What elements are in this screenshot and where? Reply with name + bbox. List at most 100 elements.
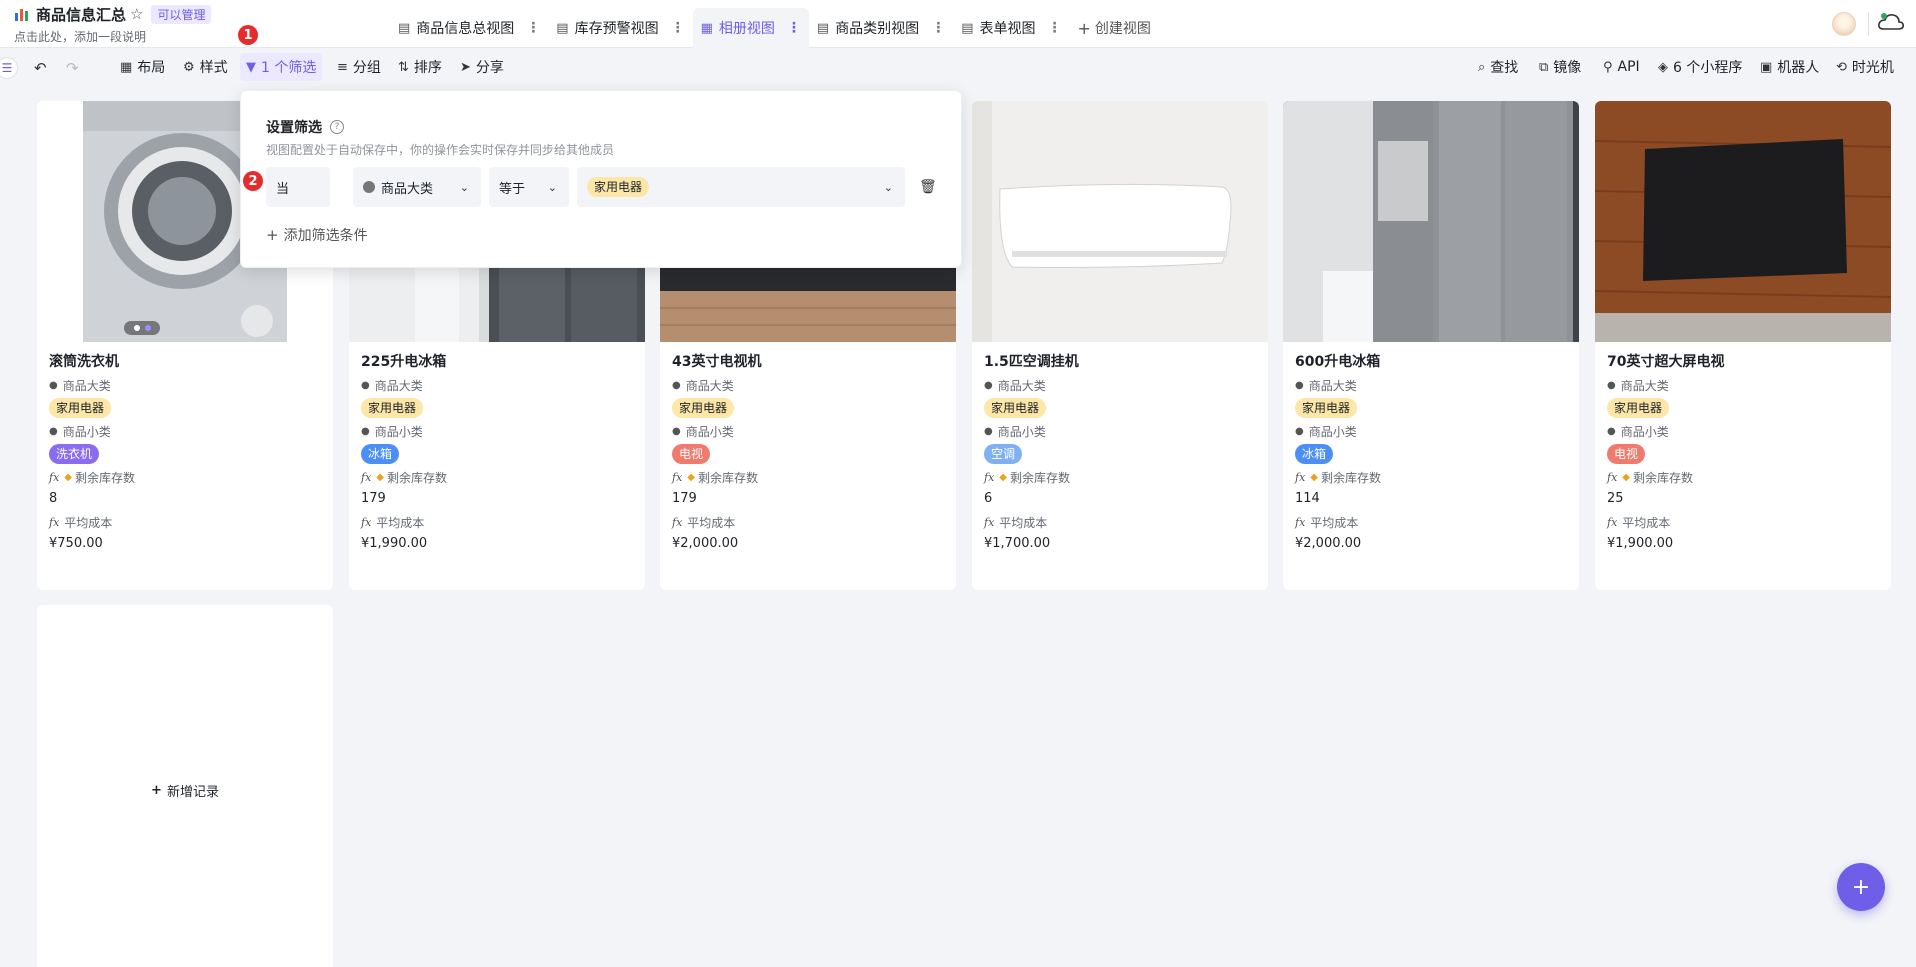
grid-view-icon: ▤ xyxy=(398,20,411,36)
tab-label: 商品类别视图 xyxy=(835,21,920,37)
plus-icon: + xyxy=(266,226,279,244)
cloud-sync-icon[interactable] xyxy=(1876,10,1906,34)
card-title: 225升电冰箱 xyxy=(361,354,447,370)
chevron-down-icon: ⌄ xyxy=(883,180,893,194)
form-view-icon: ▤ xyxy=(961,20,974,36)
search-label: 查找 xyxy=(1490,60,1519,76)
image-carousel-dots[interactable] xyxy=(124,321,160,335)
product-image-big-tv[interactable] xyxy=(1595,101,1891,342)
category-tag: 家用电器 xyxy=(1295,398,1358,418)
stock-value: 179 xyxy=(361,491,386,506)
app-title[interactable]: 商品信息汇总 xyxy=(36,4,126,25)
value-select[interactable]: 家用电器 ⌄ xyxy=(577,167,905,207)
single-select-icon xyxy=(363,181,375,193)
diamond-icon: ◆ xyxy=(1310,471,1318,483)
tab-gallery-view[interactable]: ▦ 相册视图 ⋮ xyxy=(692,8,809,48)
subcategory-tag: 冰箱 xyxy=(1295,444,1334,464)
api-button[interactable]: ⚲ API xyxy=(1597,53,1646,81)
stock-field-label: fx ◆ 剩余库存数 xyxy=(1607,470,1693,485)
subcategory-field-label: ● 商品小类 xyxy=(361,424,423,439)
undo-icon[interactable]: ↶ xyxy=(34,59,47,77)
filter-button[interactable]: ▼ 1 个筛选 xyxy=(240,53,323,81)
style-label: 样式 xyxy=(199,60,228,76)
style-button[interactable]: ⚙ 样式 xyxy=(177,53,234,81)
tab-stock-alert-view[interactable]: ▤ 库存预警视图 ⋮ xyxy=(548,8,692,48)
more-icon[interactable]: ⋮ xyxy=(787,20,801,36)
subcategory-tag: 电视 xyxy=(672,444,711,464)
filter-popup: 设置筛选 ? 视图配置处于自动保存中，你的操作会实时保存并同步给其他成员 当 商… xyxy=(240,90,962,268)
avg-cost-field-label: fx 平均成本 xyxy=(1295,515,1359,530)
permission-badge[interactable]: 可以管理 xyxy=(151,4,212,24)
time-machine-button[interactable]: ⟲ 时光机 xyxy=(1830,53,1900,81)
new-record-card[interactable]: + 新增记录 xyxy=(37,605,333,967)
record-card[interactable]: 600升电冰箱 ● 商品大类 家用电器 ● 商品小类 冰箱 fx ◆ 剩余库存数 114… xyxy=(1283,101,1579,590)
more-icon[interactable]: ⋮ xyxy=(1047,20,1061,36)
group-button[interactable]: ≡ 分组 xyxy=(331,53,387,81)
category-tag: 家用电器 xyxy=(49,398,112,418)
single-select-icon: ● xyxy=(1295,379,1304,391)
more-icon[interactable]: ⋮ xyxy=(671,20,685,36)
formula-icon: fx xyxy=(1295,470,1306,484)
sort-button[interactable]: ⇅ 排序 xyxy=(392,53,448,81)
robot-button[interactable]: ▣ 机器人 xyxy=(1754,53,1825,81)
tab-label: 表单视图 xyxy=(979,21,1036,37)
tab-product-info-view[interactable]: ▤ 商品信息总视图 ⋮ xyxy=(390,8,548,48)
help-icon[interactable]: ? xyxy=(330,120,344,134)
star-icon[interactable]: ☆ xyxy=(130,5,143,23)
view-tabs: ▤ 商品信息总视图 ⋮ ▤ 库存预警视图 ⋮ ▦ 相册视图 ⋮ ▤ 商品类别视图… xyxy=(390,8,1151,48)
record-card[interactable]: 70英寸超大屏电视 ● 商品大类 家用电器 ● 商品小类 电视 fx ◆ 剩余库存数 2… xyxy=(1595,101,1891,590)
redo-icon[interactable]: ↷ xyxy=(66,59,79,77)
more-icon[interactable]: ⋮ xyxy=(526,20,540,36)
create-view-button[interactable]: + 创建视图 xyxy=(1077,8,1150,48)
avatar[interactable] xyxy=(1832,12,1856,36)
formula-icon: fx xyxy=(361,515,372,529)
popup-title: 设置筛选 ? xyxy=(266,117,344,137)
formula-icon: fx xyxy=(1607,515,1618,529)
card-title: 1.5匹空调挂机 xyxy=(984,354,1079,370)
tab-form-view[interactable]: ▤ 表单视图 ⋮ xyxy=(953,8,1069,48)
new-record-label: 新增记录 xyxy=(166,784,219,800)
avg-cost-value: ¥1,700.00 xyxy=(984,536,1051,551)
mirror-icon: ⧉ xyxy=(1539,59,1549,75)
sidebar-toggle-icon[interactable]: ☰ xyxy=(0,57,18,79)
product-image-fridge-large[interactable] xyxy=(1283,101,1579,342)
single-select-icon: ● xyxy=(984,425,993,437)
card-title: 滚筒洗衣机 xyxy=(49,354,119,370)
search-icon: ⌕ xyxy=(1478,59,1486,75)
subcategory-tag: 洗衣机 xyxy=(49,444,100,464)
card-title: 43英寸电视机 xyxy=(672,354,762,370)
app-header: 商品信息汇总 ☆ 可以管理 点击此处，添加一段说明 1 ▤ 商品信息总视图 ⋮ … xyxy=(0,0,1916,48)
toolbar: ☰ ↶ ↷ ▦ 布局 ⚙ 样式 ▼ 1 个筛选 ≡ 分组 ⇅ 排序 ➤ 分享 ⌕… xyxy=(0,49,1916,85)
robot-label: 机器人 xyxy=(1777,60,1820,76)
layout-button[interactable]: ▦ 布局 xyxy=(114,53,171,81)
mirror-button[interactable]: ⧉ 镜像 xyxy=(1533,53,1587,81)
stock-value: 8 xyxy=(49,491,58,506)
field-select[interactable]: 商品大类 ⌄ xyxy=(353,167,481,207)
add-condition-button[interactable]: + 添加筛选条件 xyxy=(266,225,368,245)
add-fab-button[interactable]: + xyxy=(1837,863,1885,911)
plus-icon: + xyxy=(1077,18,1091,38)
share-button[interactable]: ➤ 分享 xyxy=(454,53,510,81)
product-image-air-conditioner[interactable] xyxy=(972,101,1268,342)
cube-icon: ◈ xyxy=(1658,59,1668,75)
diamond-icon: ◆ xyxy=(999,471,1007,483)
search-button[interactable]: ⌕ 查找 xyxy=(1472,53,1524,81)
mini-programs-button[interactable]: ◈ 6 个小程序 xyxy=(1652,53,1748,81)
plus-icon: + xyxy=(151,782,162,798)
gallery-view-icon: ▦ xyxy=(700,20,713,36)
api-icon: ⚲ xyxy=(1603,59,1613,75)
subcategory-tag: 电视 xyxy=(1607,444,1646,464)
stock-value: 179 xyxy=(672,491,697,506)
category-tag: 家用电器 xyxy=(1607,398,1670,418)
share-label: 分享 xyxy=(475,60,504,76)
trash-icon[interactable]: 🗑 xyxy=(919,179,937,195)
more-icon[interactable]: ⋮ xyxy=(931,20,945,36)
share-icon: ➤ xyxy=(460,59,471,75)
single-select-icon: ● xyxy=(49,425,58,437)
operator-select[interactable]: 等于 ⌄ xyxy=(489,167,569,207)
record-card[interactable]: 1.5匹空调挂机 ● 商品大类 家用电器 ● 商品小类 空调 fx ◆ 剩余库存数 6 … xyxy=(972,101,1268,590)
annotation-marker-1: 1 xyxy=(238,25,258,45)
avg-cost-field-label: fx 平均成本 xyxy=(984,515,1048,530)
app-description[interactable]: 点击此处，添加一段说明 xyxy=(14,28,211,45)
tab-category-view[interactable]: ▤ 商品类别视图 ⋮ xyxy=(809,8,953,48)
